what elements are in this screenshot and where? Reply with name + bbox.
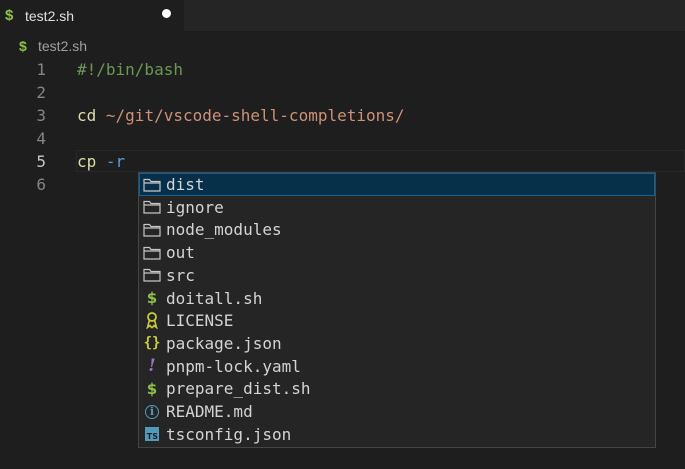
line-number: 4 bbox=[36, 129, 46, 148]
line-number: 5 bbox=[36, 152, 46, 171]
json-braces-icon: {} bbox=[143, 335, 161, 352]
folder-icon bbox=[140, 196, 164, 219]
suggestion-item[interactable]: i README.md bbox=[139, 400, 655, 423]
code-token: #!/bin/bash bbox=[77, 60, 183, 79]
unsaved-dot-icon[interactable] bbox=[162, 9, 171, 18]
suggestion-label: README.md bbox=[166, 402, 253, 421]
shell-dollar-icon: $ bbox=[19, 38, 27, 54]
suggestion-label: package.json bbox=[166, 333, 282, 353]
suggestion-item[interactable]: TS tsconfig.json bbox=[139, 423, 655, 446]
code-line[interactable]: 4 bbox=[0, 127, 685, 150]
suggestion-label: src bbox=[166, 265, 195, 285]
line-number: 6 bbox=[36, 175, 46, 194]
code-line[interactable]: 5 cp -r bbox=[0, 150, 685, 173]
code-line[interactable]: 1 #!/bin/bash bbox=[0, 58, 685, 81]
line-code: #!/bin/bash bbox=[77, 58, 183, 81]
suggestion-label: pnpm-lock.yaml bbox=[166, 356, 301, 376]
suggestion-label: out bbox=[166, 243, 195, 263]
shell-dollar-icon: $ bbox=[5, 7, 14, 24]
code-line[interactable]: 3 cd ~/git/vscode-shell-completions/ bbox=[0, 104, 685, 127]
line-number: 3 bbox=[36, 106, 46, 125]
suggestion-item[interactable]: ignore bbox=[139, 196, 655, 219]
suggestion-item[interactable]: {} package.json bbox=[139, 332, 655, 355]
current-line-highlight bbox=[76, 150, 685, 172]
code-token: -r bbox=[105, 152, 126, 171]
suggestion-item[interactable]: LICENSE bbox=[139, 309, 655, 332]
code-token: ~/git/vscode-shell-completions/ bbox=[105, 106, 405, 125]
code-line[interactable]: 2 bbox=[0, 81, 685, 104]
yaml-exclamation-icon: ! bbox=[148, 356, 156, 377]
shell-dollar-icon: $ bbox=[146, 379, 158, 398]
suggestion-item[interactable]: out bbox=[139, 241, 655, 264]
suggestion-item[interactable]: ! pnpm-lock.yaml bbox=[139, 355, 655, 378]
suggestion-item[interactable]: $ doitall.sh bbox=[139, 287, 655, 310]
code-token: cp bbox=[77, 152, 97, 171]
line-code: cp -r bbox=[77, 150, 125, 173]
suggestion-widget[interactable]: dist ignore node_modulesout src $ doitall.sh L… bbox=[138, 172, 656, 448]
folder-icon bbox=[140, 241, 164, 264]
suggestion-label: dist bbox=[166, 175, 205, 194]
folder-icon bbox=[140, 173, 164, 196]
line-number: 1 bbox=[36, 60, 46, 79]
shell-dollar-icon: $ bbox=[146, 289, 158, 307]
typescript-icon: TS bbox=[140, 423, 164, 446]
tab-bar: $ test2.sh bbox=[0, 0, 685, 31]
suggestion-label: tsconfig.json bbox=[166, 424, 292, 444]
code-token: cd bbox=[77, 106, 97, 125]
tab-title: test2.sh bbox=[25, 7, 75, 24]
line-number: 2 bbox=[36, 83, 46, 102]
suggestion-label: prepare_dist.sh bbox=[166, 379, 311, 399]
suggestion-item[interactable]: $ prepare_dist.sh bbox=[139, 377, 655, 400]
suggestion-item[interactable]: dist bbox=[139, 173, 655, 196]
suggestion-label: ignore bbox=[166, 197, 224, 217]
license-icon bbox=[140, 309, 164, 332]
suggestion-item[interactable]: src bbox=[139, 264, 655, 287]
breadcrumb[interactable]: $ test2.sh bbox=[19, 36, 87, 56]
breadcrumb-file-label: test2.sh bbox=[38, 38, 88, 54]
folder-icon bbox=[140, 218, 164, 241]
line-code: cd ~/git/vscode-shell-completions/ bbox=[77, 104, 405, 127]
suggestion-label: LICENSE bbox=[166, 311, 234, 331]
suggestion-label: node_modules bbox=[166, 220, 282, 240]
suggestion-label: doitall.sh bbox=[166, 288, 263, 308]
tab-test2-sh[interactable]: $ test2.sh bbox=[0, 0, 184, 31]
info-icon: i bbox=[140, 400, 164, 423]
suggestion-item[interactable]: node_modules bbox=[139, 218, 655, 241]
folder-icon bbox=[140, 264, 164, 287]
